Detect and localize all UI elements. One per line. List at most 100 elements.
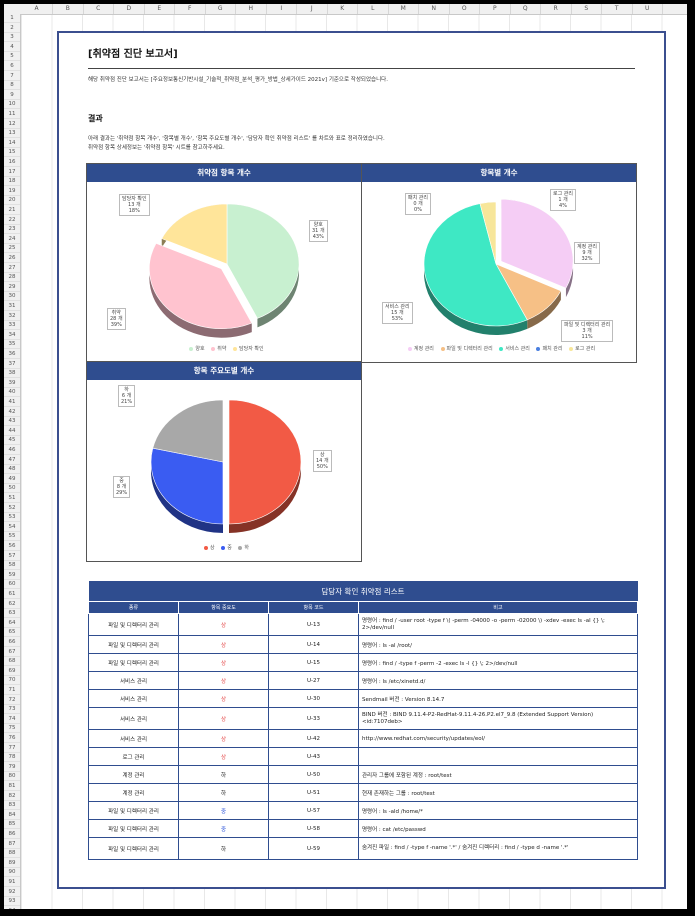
column-header[interactable]: U bbox=[633, 4, 663, 14]
row-header[interactable]: 1 bbox=[4, 14, 20, 23]
row-header[interactable]: 53 bbox=[4, 513, 20, 523]
row-header[interactable]: 60 bbox=[4, 580, 20, 590]
row-header[interactable]: 29 bbox=[4, 283, 20, 292]
row-header[interactable]: 22 bbox=[4, 216, 20, 225]
row-header[interactable]: 25 bbox=[4, 244, 20, 254]
row-header[interactable]: 31 bbox=[4, 302, 20, 311]
chart-severity-count[interactable]: 항목 주요도별 개수 상 14 개 50% 중8 개 29% 하6 개 21% 상 중 … bbox=[86, 361, 362, 562]
row-header[interactable]: 92 bbox=[4, 888, 20, 897]
chart-vuln-count[interactable]: 취약점 항목 개수 양호 31 개 43% 취약 28 개 39% 담당자 확인 13 개… bbox=[86, 163, 362, 363]
row-header[interactable]: 56 bbox=[4, 542, 20, 551]
row-header[interactable]: 24 bbox=[4, 235, 20, 244]
row-header[interactable]: 79 bbox=[4, 763, 20, 772]
row-header[interactable]: 61 bbox=[4, 590, 20, 599]
row-header[interactable]: 73 bbox=[4, 705, 20, 715]
row-header[interactable]: 71 bbox=[4, 686, 20, 695]
row-header[interactable]: 63 bbox=[4, 609, 20, 619]
row-header[interactable]: 70 bbox=[4, 676, 20, 686]
row-header[interactable]: 13 bbox=[4, 129, 20, 139]
row-header[interactable]: 36 bbox=[4, 350, 20, 359]
row-header[interactable]: 76 bbox=[4, 734, 20, 743]
row-header[interactable]: 54 bbox=[4, 523, 20, 532]
row-header[interactable]: 8 bbox=[4, 81, 20, 91]
row-header[interactable]: 80 bbox=[4, 772, 20, 782]
column-header[interactable]: G bbox=[206, 4, 236, 14]
row-header[interactable]: 58 bbox=[4, 561, 20, 571]
row-header[interactable]: 15 bbox=[4, 148, 20, 158]
row-header[interactable]: 77 bbox=[4, 744, 20, 753]
row-header[interactable]: 48 bbox=[4, 465, 20, 475]
column-header[interactable]: M bbox=[389, 4, 419, 14]
column-header[interactable]: E bbox=[145, 4, 175, 14]
row-header[interactable]: 59 bbox=[4, 571, 20, 580]
row-header[interactable]: 20 bbox=[4, 196, 20, 206]
column-header[interactable]: F bbox=[175, 4, 206, 14]
column-header[interactable]: L bbox=[358, 4, 389, 14]
row-header[interactable]: 35 bbox=[4, 340, 20, 350]
row-header[interactable]: 50 bbox=[4, 484, 20, 494]
column-header[interactable]: R bbox=[541, 4, 572, 14]
row-header[interactable]: 75 bbox=[4, 724, 20, 734]
row-header[interactable]: 14 bbox=[4, 139, 20, 148]
row-header[interactable]: 52 bbox=[4, 504, 20, 513]
row-header[interactable]: 68 bbox=[4, 657, 20, 667]
row-header[interactable]: 66 bbox=[4, 638, 20, 647]
row-header[interactable]: 32 bbox=[4, 312, 20, 321]
row-header[interactable]: 65 bbox=[4, 628, 20, 638]
column-header[interactable]: A bbox=[21, 4, 53, 14]
row-header[interactable]: 44 bbox=[4, 427, 20, 436]
row-header[interactable]: 2 bbox=[4, 24, 20, 33]
row-header[interactable]: 39 bbox=[4, 379, 20, 388]
row-header[interactable]: 51 bbox=[4, 494, 20, 503]
row-header[interactable]: 90 bbox=[4, 868, 20, 878]
column-header[interactable]: C bbox=[84, 4, 114, 14]
row-header[interactable]: 57 bbox=[4, 552, 20, 561]
row-header[interactable]: 85 bbox=[4, 820, 20, 830]
column-header[interactable]: S bbox=[572, 4, 602, 14]
row-header[interactable]: 27 bbox=[4, 264, 20, 273]
row-header[interactable]: 6 bbox=[4, 62, 20, 71]
row-header[interactable]: 88 bbox=[4, 849, 20, 859]
row-header[interactable]: 84 bbox=[4, 811, 20, 820]
column-header[interactable]: H bbox=[236, 4, 267, 14]
row-header[interactable]: 5 bbox=[4, 52, 20, 62]
row-header[interactable]: 64 bbox=[4, 619, 20, 628]
row-header[interactable]: 12 bbox=[4, 120, 20, 129]
row-header[interactable]: 46 bbox=[4, 446, 20, 455]
row-header[interactable]: 34 bbox=[4, 331, 20, 340]
row-header[interactable]: 69 bbox=[4, 667, 20, 676]
row-header[interactable]: 26 bbox=[4, 254, 20, 263]
row-header[interactable]: 49 bbox=[4, 475, 20, 484]
row-header[interactable]: 74 bbox=[4, 715, 20, 724]
row-header[interactable]: 42 bbox=[4, 408, 20, 417]
row-header[interactable]: 9 bbox=[4, 91, 20, 100]
row-header[interactable]: 55 bbox=[4, 532, 20, 542]
row-header[interactable]: 93 bbox=[4, 897, 20, 907]
row-header[interactable]: 10 bbox=[4, 100, 20, 110]
column-header[interactable]: O bbox=[450, 4, 480, 14]
row-header[interactable]: 94 bbox=[4, 907, 20, 909]
row-header[interactable]: 17 bbox=[4, 168, 20, 177]
row-header[interactable]: 62 bbox=[4, 600, 20, 609]
row-header[interactable]: 16 bbox=[4, 158, 20, 167]
column-header[interactable]: P bbox=[480, 4, 511, 14]
row-header[interactable]: 47 bbox=[4, 456, 20, 465]
row-header[interactable]: 72 bbox=[4, 696, 20, 705]
row-header[interactable]: 41 bbox=[4, 398, 20, 407]
column-header[interactable]: Q bbox=[511, 4, 541, 14]
row-header[interactable]: 33 bbox=[4, 321, 20, 331]
row-header[interactable]: 19 bbox=[4, 187, 20, 196]
row-header[interactable]: 23 bbox=[4, 225, 20, 235]
row-header[interactable]: 21 bbox=[4, 206, 20, 215]
row-header[interactable]: 37 bbox=[4, 360, 20, 369]
row-header[interactable]: 89 bbox=[4, 859, 20, 868]
row-header[interactable]: 7 bbox=[4, 72, 20, 81]
row-header[interactable]: 18 bbox=[4, 177, 20, 187]
row-header[interactable]: 43 bbox=[4, 417, 20, 427]
row-header[interactable]: 3 bbox=[4, 33, 20, 43]
row-header[interactable]: 86 bbox=[4, 830, 20, 839]
row-header[interactable]: 67 bbox=[4, 648, 20, 657]
row-header[interactable]: 78 bbox=[4, 753, 20, 763]
chart-category-count[interactable]: 항목별 개수 계정 관리 9 개 32% 파일 및 디렉터리 관리 3 개 11% 서비… bbox=[361, 163, 637, 363]
column-header[interactable]: I bbox=[267, 4, 297, 14]
